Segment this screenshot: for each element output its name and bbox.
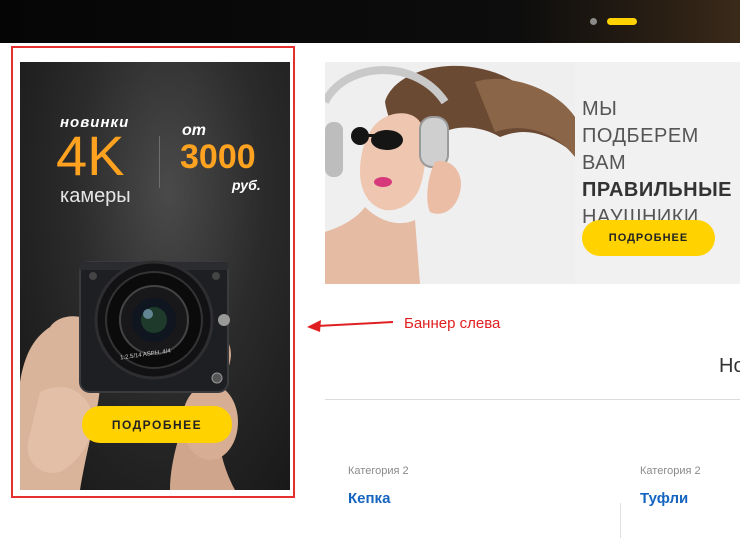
annotation-label: Баннер слева (404, 315, 501, 332)
column-divider (620, 503, 621, 538)
annotation-arrow-icon (307, 320, 394, 332)
left-banner-cameras-label: камеры (60, 185, 131, 207)
right-banner-line-2: ПОДБЕРЕМ ВАМ (582, 125, 699, 174)
left-banner-divider (159, 136, 160, 188)
product-2-category[interactable]: Категория 2 (640, 465, 701, 477)
slider-dot-1[interactable] (590, 18, 597, 25)
left-banner-more-button[interactable]: ПОДРОБНЕЕ (82, 406, 232, 443)
left-banner[interactable]: новинки 4K камеры от 3000 руб. 1:2.5/14 … (20, 62, 290, 490)
right-banner-line-3: ПРАВИЛЬНЫЕ (582, 179, 732, 201)
section-divider (325, 399, 740, 400)
product-2-name[interactable]: Туфли (640, 490, 688, 507)
left-banner-currency: руб. (232, 177, 261, 193)
hand-camera-image (20, 260, 238, 490)
section-title: Но (719, 355, 740, 377)
top-slider (0, 0, 740, 43)
right-banner-line-1: МЫ (582, 98, 618, 120)
right-banner-more-button[interactable]: ПОДРОБНЕЕ (582, 220, 715, 256)
slider-dot-2-active[interactable] (607, 18, 637, 25)
right-banner[interactable]: МЫ ПОДБЕРЕМ ВАМ ПРАВИЛЬНЫЕ НАУШНИКИ ПОДР… (325, 62, 740, 284)
left-banner-4k: 4K (56, 124, 125, 187)
left-banner-price: 3000 (180, 138, 256, 176)
product-1-name[interactable]: Кепка (348, 490, 390, 507)
woman-headphones-image (325, 62, 575, 284)
product-1-category[interactable]: Категория 2 (348, 465, 409, 477)
right-banner-text: МЫ ПОДБЕРЕМ ВАМ ПРАВИЛЬНЫЕ НАУШНИКИ (582, 96, 740, 231)
